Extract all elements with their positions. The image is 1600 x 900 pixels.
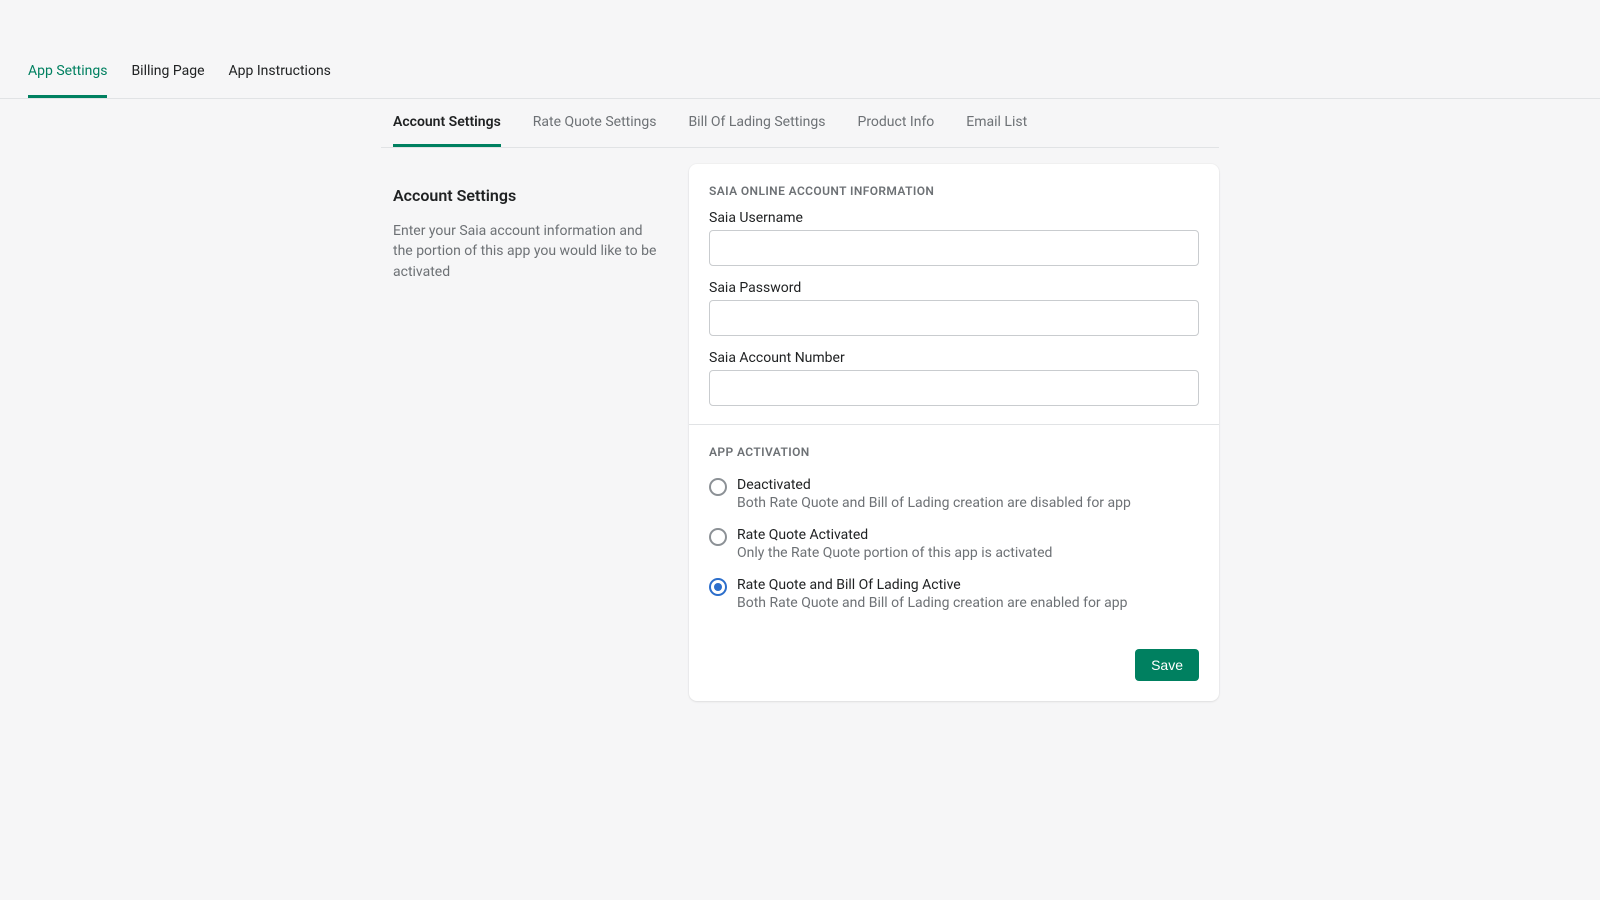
page-body: Account Settings Enter your Saia account… [381,148,1219,701]
input-saia-password[interactable] [709,300,1199,336]
subtab-product-info[interactable]: Product Info [857,99,934,147]
radio-help: Both Rate Quote and Bill of Lading creat… [737,595,1199,611]
label-saia-username: Saia Username [709,210,1199,226]
settings-card: SAIA ONLINE ACCOUNT INFORMATION Saia Use… [689,164,1219,701]
section-account-info: SAIA ONLINE ACCOUNT INFORMATION Saia Use… [689,164,1219,424]
side-column: Account Settings Enter your Saia account… [381,164,669,701]
input-saia-account-number[interactable] [709,370,1199,406]
label-saia-account-number: Saia Account Number [709,350,1199,366]
radio-rate-quote-activated[interactable]: Rate Quote Activated Only the Rate Quote… [709,521,1199,571]
input-saia-username[interactable] [709,230,1199,266]
label-saia-password: Saia Password [709,280,1199,296]
radio-label: Deactivated [737,477,1199,493]
save-button[interactable]: Save [1135,649,1199,681]
radio-deactivated[interactable]: Deactivated Both Rate Quote and Bill of … [709,471,1199,521]
tab-billing-page[interactable]: Billing Page [131,35,204,98]
radio-label: Rate Quote Activated [737,527,1199,543]
tab-app-settings[interactable]: App Settings [28,35,107,98]
card-footer: Save [689,639,1219,701]
radio-icon [709,578,727,596]
section-app-activation: APP ACTIVATION Deactivated Both Rate Quo… [689,424,1219,639]
page-description: Enter your Saia account information and … [393,221,657,282]
subtab-rate-quote-settings[interactable]: Rate Quote Settings [533,99,657,147]
page-title: Account Settings [393,186,657,205]
radio-help: Both Rate Quote and Bill of Lading creat… [737,495,1199,511]
tab-app-instructions[interactable]: App Instructions [229,35,331,98]
radio-icon [709,478,727,496]
subtab-bill-of-lading-settings[interactable]: Bill Of Lading Settings [688,99,825,147]
radio-icon [709,528,727,546]
radio-label: Rate Quote and Bill Of Lading Active [737,577,1199,593]
sub-nav: Account Settings Rate Quote Settings Bil… [381,99,1219,148]
subtab-email-list[interactable]: Email List [966,99,1027,147]
field-saia-username: Saia Username [709,210,1199,266]
field-saia-password: Saia Password [709,280,1199,336]
radio-rate-quote-and-bol-active[interactable]: Rate Quote and Bill Of Lading Active Bot… [709,571,1199,621]
top-nav: App Settings Billing Page App Instructio… [0,0,1600,99]
radio-help: Only the Rate Quote portion of this app … [737,545,1199,561]
field-saia-account-number: Saia Account Number [709,350,1199,406]
subtab-account-settings[interactable]: Account Settings [393,99,501,147]
section-heading-app-activation: APP ACTIVATION [709,445,1199,459]
section-heading-account-info: SAIA ONLINE ACCOUNT INFORMATION [709,184,1199,198]
